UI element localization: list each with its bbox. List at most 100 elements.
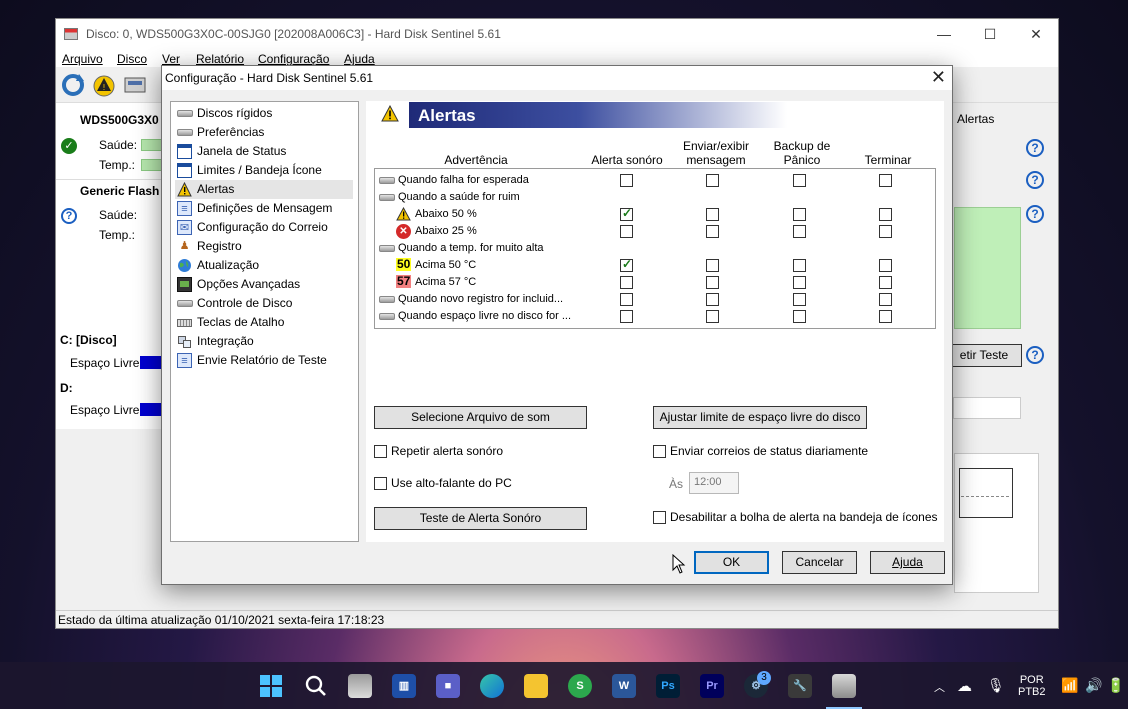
daily-mail-checkbox[interactable] xyxy=(653,445,666,458)
repeat-sound-checkbox[interactable] xyxy=(374,445,387,458)
checkbox-backup[interactable] xyxy=(793,225,806,238)
pc-speaker-option[interactable]: Use alto-falante do PC xyxy=(374,476,574,492)
repeat-sound-option[interactable]: Repetir alerta sonóro xyxy=(374,444,574,460)
tree-item-configuracao-do-correio[interactable]: ✉ Configuração do Correio xyxy=(175,218,353,237)
checkbox-sound[interactable] xyxy=(620,310,633,323)
maximize-icon[interactable]: ☐ xyxy=(967,19,1013,49)
disable-balloon-checkbox[interactable] xyxy=(653,511,666,524)
checkbox-sound[interactable] xyxy=(620,276,633,289)
tree-item-opcoes-avancadas[interactable]: Opções Avançadas xyxy=(175,275,353,294)
checkbox-terminate[interactable] xyxy=(879,174,892,187)
checkbox-message[interactable] xyxy=(706,208,719,221)
help-icon[interactable]: ? xyxy=(1026,346,1044,364)
checkbox-message[interactable] xyxy=(706,310,719,323)
checkbox-backup[interactable] xyxy=(793,310,806,323)
checkbox-message[interactable] xyxy=(706,259,719,272)
alert-toolbar-icon[interactable]: ! xyxy=(91,72,117,98)
menu-configuracao[interactable]: Configuração xyxy=(258,52,329,66)
help-icon[interactable]: ? xyxy=(1026,171,1044,189)
volume-c-name[interactable]: C: [Disco] xyxy=(60,333,117,347)
teams-chat-icon[interactable]: ■ xyxy=(436,674,460,698)
checkbox-sound[interactable] xyxy=(620,257,633,272)
minimize-icon[interactable]: — xyxy=(921,19,967,49)
pc-speaker-checkbox[interactable] xyxy=(374,477,387,490)
tree-item-alertas[interactable]: Alertas xyxy=(175,180,353,199)
checkbox-message[interactable] xyxy=(706,174,719,187)
test-report-button[interactable]: etir Teste xyxy=(946,344,1022,367)
dialog-close-icon[interactable]: ✕ xyxy=(931,67,946,88)
sync-app-icon[interactable]: S xyxy=(568,674,592,698)
edge-browser-icon[interactable] xyxy=(480,674,504,698)
test-sound-alert-button[interactable]: Teste de Alerta Sonóro xyxy=(374,507,587,530)
checkbox-backup[interactable] xyxy=(793,174,806,187)
checkbox-sound[interactable] xyxy=(620,293,633,306)
right-input-box[interactable] xyxy=(953,397,1021,419)
menu-ajuda[interactable]: Ajuda xyxy=(344,52,375,66)
tree-item-preferencias[interactable]: Preferências xyxy=(175,123,353,142)
widgets-icon[interactable]: ▥ xyxy=(392,674,416,698)
search-icon[interactable] xyxy=(304,674,328,698)
tree-item-registro[interactable]: ♟ Registro xyxy=(175,237,353,256)
word-icon[interactable]: W xyxy=(612,674,636,698)
premiere-icon[interactable]: Pr xyxy=(700,674,724,698)
menu-disco[interactable]: Disco xyxy=(117,52,147,66)
checkbox-message[interactable] xyxy=(706,225,719,238)
disk2-name[interactable]: Generic Flash D xyxy=(80,184,171,198)
close-icon[interactable]: ✕ xyxy=(1013,19,1059,49)
disk-toolbar-icon[interactable] xyxy=(122,72,148,98)
tree-item-atualizacao[interactable]: Atualização xyxy=(175,256,353,275)
checkbox-sound[interactable] xyxy=(620,206,633,221)
tree-item-teclas-de-atalho[interactable]: Teclas de Atalho xyxy=(175,313,353,332)
tree-item-envie-relatorio[interactable]: ≡ Envie Relatório de Teste xyxy=(175,351,353,370)
menu-arquivo[interactable]: Arquivo xyxy=(62,52,103,66)
cloud-icon[interactable]: ☁ xyxy=(957,677,972,695)
file-explorer-icon[interactable] xyxy=(524,674,548,698)
disk1-name[interactable]: WDS500G3X0 xyxy=(80,113,159,127)
chevron-up-icon[interactable]: ︿ xyxy=(934,679,945,695)
tree-item-integracao[interactable]: Integração xyxy=(175,332,353,351)
wifi-icon[interactable]: 📶 xyxy=(1061,677,1078,694)
task-view-icon[interactable] xyxy=(348,674,372,698)
hard-disk-sentinel-taskbar-icon[interactable] xyxy=(832,674,856,698)
tree-item-limites[interactable]: Limites / Bandeja Ícone xyxy=(175,161,353,180)
menu-ver[interactable]: Ver xyxy=(162,52,180,66)
tree-item-definicoes-de-mensagem[interactable]: ≡ Definições de Mensagem xyxy=(175,199,353,218)
volume-icon[interactable]: 🔊 xyxy=(1085,677,1102,694)
tree-item-controle-de-disco[interactable]: Controle de Disco xyxy=(175,294,353,313)
microphone-icon[interactable]: 🎙 xyxy=(987,677,1005,694)
checkbox-sound[interactable] xyxy=(620,225,633,238)
tree-item-discos-rigidos[interactable]: Discos rígidos xyxy=(175,104,353,123)
disable-balloon-option[interactable]: Desabilitar a bolha de alerta na bandeja… xyxy=(653,510,938,526)
checkbox-terminate[interactable] xyxy=(879,225,892,238)
checkbox-terminate[interactable] xyxy=(879,276,892,289)
volume-d-name[interactable]: D: xyxy=(60,381,73,395)
cancel-button[interactable]: Cancelar xyxy=(782,551,857,574)
daily-mail-option[interactable]: Enviar correios de status diariamente xyxy=(653,444,913,460)
checkbox-backup[interactable] xyxy=(793,208,806,221)
ok-button[interactable]: OK xyxy=(694,551,769,574)
checkbox-terminate[interactable] xyxy=(879,208,892,221)
time-input[interactable]: 12:00 xyxy=(689,472,739,494)
help-icon[interactable]: ? xyxy=(1026,205,1044,223)
disk-tool-icon[interactable]: 🔧 xyxy=(788,674,812,698)
checkbox-terminate[interactable] xyxy=(879,259,892,272)
checkbox-backup[interactable] xyxy=(793,259,806,272)
checkbox-message[interactable] xyxy=(706,293,719,306)
checkbox-sound[interactable] xyxy=(620,174,633,187)
start-icon[interactable] xyxy=(259,674,283,698)
checkbox-terminate[interactable] xyxy=(879,310,892,323)
refresh-icon[interactable] xyxy=(60,72,86,98)
help-button[interactable]: Ajuda xyxy=(870,551,945,574)
language-indicator[interactable]: POR PTB2 xyxy=(1018,674,1046,698)
checkbox-terminate[interactable] xyxy=(879,293,892,306)
adjust-free-space-button[interactable]: Ajustar limite de espaço livre do disco xyxy=(653,406,867,429)
photoshop-icon[interactable]: Ps xyxy=(656,674,680,698)
tab-alertas[interactable]: Alertas xyxy=(954,110,1002,128)
tree-item-janela-de-status[interactable]: Janela de Status xyxy=(175,142,353,161)
checkbox-backup[interactable] xyxy=(793,293,806,306)
help-icon[interactable]: ? xyxy=(1026,139,1044,157)
select-sound-file-button[interactable]: Selecione Arquivo de som xyxy=(374,406,587,429)
battery-icon[interactable]: 🔋 xyxy=(1107,677,1124,694)
checkbox-message[interactable] xyxy=(706,276,719,289)
menu-relatorio[interactable]: Relatório xyxy=(196,52,244,66)
